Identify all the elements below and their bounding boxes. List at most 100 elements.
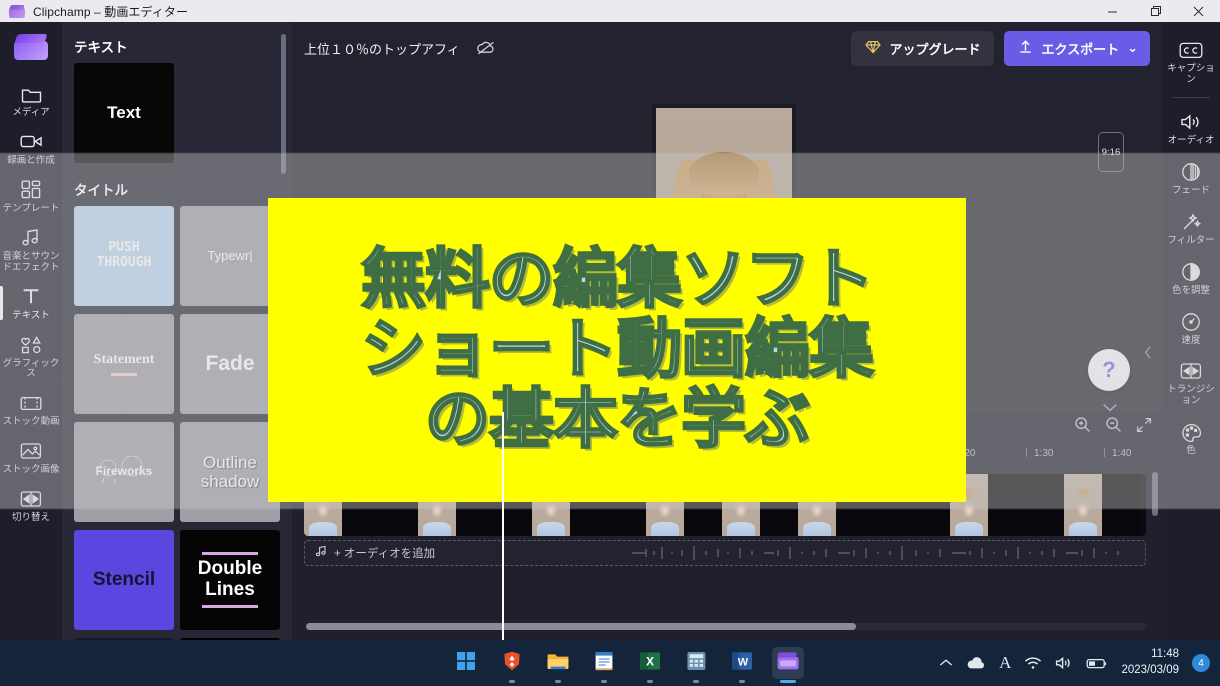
diamond-icon — [865, 40, 882, 57]
close-button[interactable] — [1177, 0, 1220, 22]
closed-caption-icon — [1179, 39, 1203, 61]
title-card[interactable]: Fade — [180, 314, 280, 414]
timeline-hscrollbar-thumb[interactable] — [306, 623, 856, 630]
panel-heading-text: テキスト — [74, 40, 128, 55]
timeline-vscrollbar-thumb[interactable] — [1152, 472, 1158, 516]
file-explorer-button[interactable] — [542, 647, 574, 683]
clipchamp-taskbar-button[interactable] — [772, 647, 804, 683]
title-card[interactable]: PUSH THROUGH — [74, 206, 174, 306]
upload-arrow-icon — [1018, 39, 1033, 57]
sidebar-item-media[interactable]: メディア — [0, 77, 62, 125]
notification-badge[interactable]: 4 — [1192, 654, 1210, 672]
panel-heading-titles: タイトル — [74, 183, 128, 198]
music-note-icon — [21, 227, 41, 249]
minimize-button[interactable] — [1091, 0, 1134, 22]
upgrade-button[interactable]: アップグレード — [851, 30, 995, 66]
help-button[interactable]: ? — [1088, 349, 1130, 391]
sidebar-item-templates[interactable]: テンプレート — [0, 173, 62, 221]
title-card[interactable]: Fireworks — [74, 422, 174, 522]
fade-icon — [1181, 161, 1201, 183]
sidebar-item-transitions[interactable]: 切り替え — [0, 482, 62, 530]
tool-color[interactable]: 色 — [1162, 414, 1220, 464]
tool-label: フィルター — [1167, 234, 1215, 246]
title-card-label: Fireworks — [95, 464, 153, 479]
battery-icon[interactable] — [1086, 657, 1108, 670]
title-card-label: Outline shadow — [200, 452, 260, 491]
tool-label: 色 — [1186, 445, 1196, 457]
tool-label: オーディオ — [1167, 134, 1215, 146]
sidebar-label: 切り替え — [11, 512, 50, 524]
collapse-preview-button[interactable] — [1098, 400, 1122, 412]
start-button[interactable] — [450, 647, 482, 679]
tool-fade[interactable]: フェード — [1162, 154, 1220, 204]
tool-captions[interactable]: キャプション — [1162, 32, 1220, 93]
plain-text-card[interactable]: Text — [74, 63, 174, 163]
magnifier-plus-icon[interactable] — [1074, 416, 1091, 433]
transition-icon — [20, 488, 42, 510]
brave-lion-icon — [501, 650, 523, 677]
chevron-left-icon — [1144, 346, 1151, 359]
svg-text:X: X — [646, 654, 654, 668]
aspect-ratio-button[interactable]: 9:16 — [1098, 132, 1124, 172]
templates-grid-icon — [21, 179, 41, 201]
clip-thumbnail — [1102, 474, 1140, 536]
title-card[interactable]: Typewr| — [180, 206, 280, 306]
title-card[interactable]: Stencil — [74, 530, 174, 630]
ime-mode-icon[interactable]: A — [999, 653, 1011, 673]
panel-scrollbar[interactable] — [281, 34, 286, 174]
title-card-label: PUSH THROUGH — [96, 240, 152, 270]
caption-text-overlay[interactable]: 無料の編集ソフト ショート動画編集 の基本を学ぶ — [268, 198, 966, 502]
excel-button[interactable]: X — [634, 647, 666, 683]
playhead[interactable] — [502, 412, 504, 640]
restore-button[interactable] — [1134, 0, 1177, 22]
sidebar-item-graphics[interactable]: グラフィックス — [0, 328, 62, 387]
sidebar-item-text[interactable]: テキスト — [0, 280, 62, 328]
clock[interactable]: 11:48 2023/03/09 — [1121, 647, 1179, 678]
title-card[interactable]: Statement — [74, 314, 174, 414]
side-panel-toggle[interactable] — [1144, 346, 1152, 362]
magnifier-minus-icon[interactable] — [1105, 416, 1122, 433]
sidebar-label: ストック動画 — [2, 416, 60, 428]
tool-transition[interactable]: トランジション — [1162, 353, 1220, 414]
clip-thumbnail — [988, 474, 1026, 536]
sidebar-item-record-create[interactable]: 録画と作成 — [0, 125, 62, 173]
title-card[interactable]: Double Lines — [180, 530, 280, 630]
left-sidebar: メディア 録画と作成 テンプレート 音楽とサウンドエフェクト テキスト グラフィ… — [0, 22, 62, 640]
fit-to-screen-icon[interactable] — [1136, 417, 1152, 433]
speaker-icon[interactable] — [1055, 656, 1073, 670]
window-titlebar: Clipchamp – 動画エディター — [0, 0, 1220, 22]
word-button[interactable]: W — [726, 647, 758, 683]
windows-taskbar: X W A 11:48 2023/03/09 4 — [0, 640, 1220, 686]
sidebar-item-stock-image[interactable]: ストック画像 — [0, 434, 62, 482]
tool-audio[interactable]: オーディオ — [1162, 104, 1220, 154]
project-name[interactable]: 上位１０％のトップアフィ — [304, 39, 460, 58]
title-cards-grid: PUSH THROUGH Typewr| Statement Fade Fire… — [74, 206, 280, 640]
wifi-icon[interactable] — [1024, 656, 1042, 670]
title-card[interactable]: Outline shadow — [180, 422, 280, 522]
brave-browser-button[interactable] — [496, 647, 528, 683]
palette-icon — [1181, 421, 1202, 443]
tool-adjust-colors[interactable]: 色を調整 — [1162, 254, 1220, 304]
clipchamp-window: Clipchamp – 動画エディター メディア 録画と作成 テンプレート 音楽… — [0, 0, 1220, 686]
sidebar-item-stock-video[interactable]: ストック動画 — [0, 386, 62, 434]
chevron-up-icon[interactable] — [939, 658, 953, 668]
upgrade-label: アップグレード — [889, 41, 981, 57]
tool-filters[interactable]: フィルター — [1162, 204, 1220, 254]
caption-line: ショート動画編集 — [360, 311, 875, 387]
svg-text:W: W — [738, 656, 749, 668]
sidebar-label: 録画と作成 — [7, 154, 55, 166]
notepad-button[interactable] — [588, 647, 620, 683]
notepad-icon — [594, 650, 614, 677]
right-sidebar: キャプション オーディオ フェード フィルター 色を調整 速度 トランジション … — [1162, 22, 1220, 640]
cloud-off-icon[interactable] — [476, 40, 496, 56]
editor-topbar: 上位１０％のトップアフィ アップグレード エクスポート ⌄ — [292, 22, 1162, 74]
sidebar-item-music-sfx[interactable]: 音楽とサウンドエフェクト — [0, 221, 62, 280]
double-lines-bottom-rule — [202, 604, 258, 608]
export-button[interactable]: エクスポート ⌄ — [1004, 30, 1150, 66]
caption-line: の基本を学ぶ — [424, 382, 811, 458]
calculator-button[interactable] — [680, 647, 712, 683]
speedometer-icon — [1181, 311, 1201, 333]
tool-speed[interactable]: 速度 — [1162, 304, 1220, 354]
speaker-icon — [1180, 111, 1202, 133]
cloud-icon[interactable] — [966, 656, 986, 670]
